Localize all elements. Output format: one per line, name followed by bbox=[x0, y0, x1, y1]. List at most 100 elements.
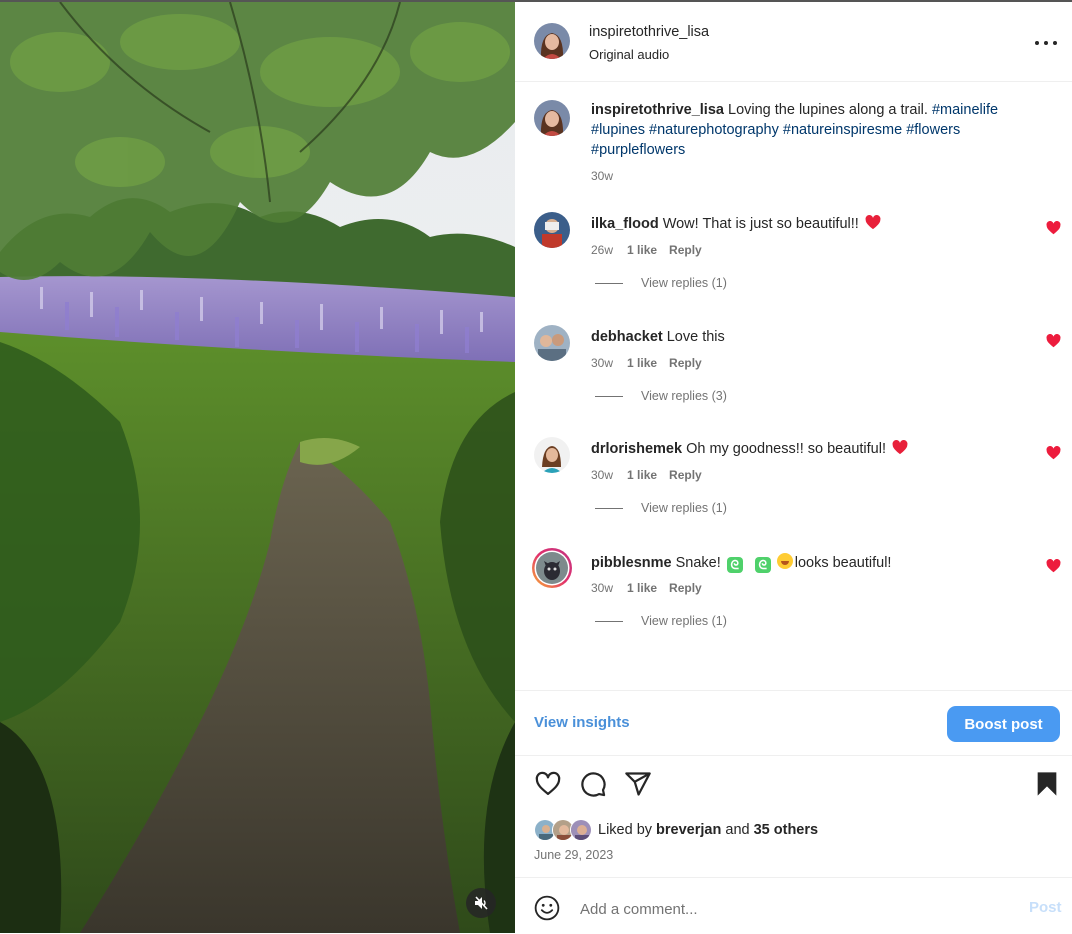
comment-like-button[interactable] bbox=[1046, 445, 1061, 460]
hashtag[interactable]: #flowers bbox=[906, 122, 960, 138]
commenter-avatar[interactable] bbox=[534, 437, 570, 473]
view-insights-link[interactable]: View insights bbox=[534, 714, 630, 731]
comment-timestamp[interactable]: 30w bbox=[591, 468, 613, 482]
smiley-icon bbox=[534, 895, 560, 921]
comment-body: Love this bbox=[666, 329, 725, 345]
comment-like-button[interactable] bbox=[1046, 333, 1061, 348]
save-button[interactable] bbox=[1033, 770, 1061, 798]
liked-by-prefix: Liked by bbox=[598, 822, 653, 838]
bookmark-icon bbox=[1037, 772, 1057, 796]
comment-text: debhacket Love this bbox=[591, 328, 725, 346]
caption-text: inspiretothrive_lisa Loving the lupines … bbox=[591, 100, 1041, 160]
commenter-avatar[interactable] bbox=[534, 325, 570, 361]
laughing-emoji-icon bbox=[776, 553, 793, 569]
liker-avatar bbox=[570, 819, 592, 841]
comment-meta: 30w 1 like Reply bbox=[591, 468, 702, 482]
heart-filled-icon bbox=[1046, 333, 1061, 348]
comment-username[interactable]: ilka_flood bbox=[591, 216, 659, 232]
post-date[interactable]: June 29, 2023 bbox=[534, 848, 613, 862]
snake-emoji-icon: ᘓ bbox=[754, 557, 771, 573]
comment-text: pibblesnme Snake! ᘓ ᘓ looks beautiful! bbox=[591, 553, 891, 573]
comment-text: drlorishemek Oh my goodness!! so beautifu… bbox=[591, 440, 908, 460]
comment-like-button[interactable] bbox=[1046, 558, 1061, 573]
hashtag[interactable]: #purpleflowers bbox=[591, 142, 685, 158]
snake-emoji-icon: ᘓ bbox=[726, 557, 743, 573]
heart-filled-icon bbox=[1046, 445, 1061, 460]
comment-body: Oh my goodness!! so beautiful! bbox=[686, 441, 886, 457]
audio-label[interactable]: Original audio bbox=[589, 47, 669, 62]
comment-username[interactable]: debhacket bbox=[591, 329, 663, 345]
comment-button[interactable] bbox=[579, 770, 607, 798]
post-header: inspiretothrive_lisa Original audio bbox=[515, 2, 1072, 82]
comment-meta: 26w 1 like Reply bbox=[591, 243, 702, 257]
liked-by-and: and bbox=[725, 822, 750, 838]
comment-item: ilka_flood Wow! That is just so beautiful… bbox=[534, 212, 1064, 312]
more-horizontal-icon bbox=[1035, 41, 1039, 45]
liker-avatars bbox=[534, 819, 594, 841]
more-options-button[interactable] bbox=[1035, 39, 1057, 47]
insights-bar: View insights Boost post bbox=[515, 690, 1072, 756]
view-replies-button[interactable]: View replies (3) bbox=[595, 389, 727, 403]
mute-toggle-button[interactable] bbox=[466, 888, 496, 918]
red-heart-emoji-icon bbox=[892, 440, 908, 460]
comment-timestamp[interactable]: 30w bbox=[591, 356, 613, 370]
comment-meta: 30w 1 like Reply bbox=[591, 356, 702, 370]
view-replies-button[interactable]: View replies (1) bbox=[595, 614, 727, 628]
comment-body: Wow! That is just so beautiful!! bbox=[662, 216, 859, 232]
post-video[interactable] bbox=[0, 2, 515, 933]
author-avatar[interactable] bbox=[534, 23, 570, 59]
comment-like-count[interactable]: 1 like bbox=[627, 468, 657, 482]
view-replies-button[interactable]: View replies (1) bbox=[595, 276, 727, 290]
comment-timestamp[interactable]: 26w bbox=[591, 243, 613, 257]
liked-by-user[interactable]: breverjan bbox=[656, 822, 721, 838]
share-button[interactable] bbox=[624, 770, 652, 798]
author-username[interactable]: inspiretothrive_lisa bbox=[589, 24, 709, 40]
comment-username[interactable]: drlorishemek bbox=[591, 441, 682, 457]
comment-text: ilka_flood Wow! That is just so beautiful… bbox=[591, 215, 881, 235]
hashtag[interactable]: #natureinspiresme bbox=[783, 122, 902, 138]
caption-timestamp[interactable]: 30w bbox=[591, 169, 613, 183]
reply-button[interactable]: Reply bbox=[669, 243, 702, 257]
commenter-avatar[interactable] bbox=[534, 212, 570, 248]
likes-summary[interactable]: Liked by breverjan and 35 others bbox=[534, 818, 818, 842]
reply-button[interactable]: Reply bbox=[669, 581, 702, 595]
comment-item: pibblesnme Snake! ᘓ ᘓ looks beautiful! 30w 1 … bbox=[531, 547, 1064, 650]
heart-icon bbox=[535, 771, 561, 796]
caption-avatar[interactable] bbox=[534, 100, 570, 136]
add-comment-input[interactable] bbox=[578, 895, 982, 923]
reply-button[interactable]: Reply bbox=[669, 468, 702, 482]
emoji-picker-button[interactable] bbox=[534, 895, 560, 921]
comment-like-count[interactable]: 1 like bbox=[627, 243, 657, 257]
liked-by-others[interactable]: 35 others bbox=[754, 822, 818, 838]
lupine-trail-photo bbox=[0, 2, 515, 933]
comment-like-count[interactable]: 1 like bbox=[627, 581, 657, 595]
hashtag[interactable]: #naturephotography bbox=[649, 122, 779, 138]
comment-like-button[interactable] bbox=[1046, 220, 1061, 235]
view-replies-button[interactable]: View replies (1) bbox=[595, 501, 727, 515]
comment-item: drlorishemek Oh my goodness!! so beautifu… bbox=[534, 437, 1064, 537]
comment-icon bbox=[581, 772, 606, 797]
comment-meta: 30w 1 like Reply bbox=[591, 581, 702, 595]
comment-timestamp[interactable]: 30w bbox=[591, 581, 613, 595]
heart-filled-icon bbox=[1046, 558, 1061, 573]
post-details-panel: inspiretothrive_lisa Original audio insp… bbox=[515, 2, 1072, 933]
boost-post-button[interactable]: Boost post bbox=[947, 706, 1060, 742]
add-comment-bar: Post bbox=[515, 877, 1072, 934]
share-icon bbox=[625, 772, 651, 796]
comments-section[interactable]: inspiretothrive_lisa Loving the lupines … bbox=[515, 82, 1072, 690]
hashtag[interactable]: #lupines bbox=[591, 122, 645, 138]
comment-body: Snake! bbox=[675, 555, 721, 571]
comment-like-count[interactable]: 1 like bbox=[627, 356, 657, 370]
commenter-avatar-story-ring[interactable] bbox=[531, 547, 573, 589]
caption-body: Loving the lupines along a trail. bbox=[728, 102, 928, 118]
like-button[interactable] bbox=[534, 770, 562, 798]
caption-username[interactable]: inspiretothrive_lisa bbox=[591, 102, 724, 118]
comment-item: debhacket Love this 30w 1 like Reply View r… bbox=[534, 325, 1064, 425]
heart-filled-icon bbox=[1046, 220, 1061, 235]
hashtag[interactable]: #mainelife bbox=[932, 102, 998, 118]
comment-username[interactable]: pibblesnme bbox=[591, 555, 672, 571]
speaker-muted-icon bbox=[475, 896, 488, 910]
red-heart-emoji-icon bbox=[865, 215, 881, 235]
reply-button[interactable]: Reply bbox=[669, 356, 702, 370]
post-comment-button[interactable]: Post bbox=[1029, 899, 1062, 916]
